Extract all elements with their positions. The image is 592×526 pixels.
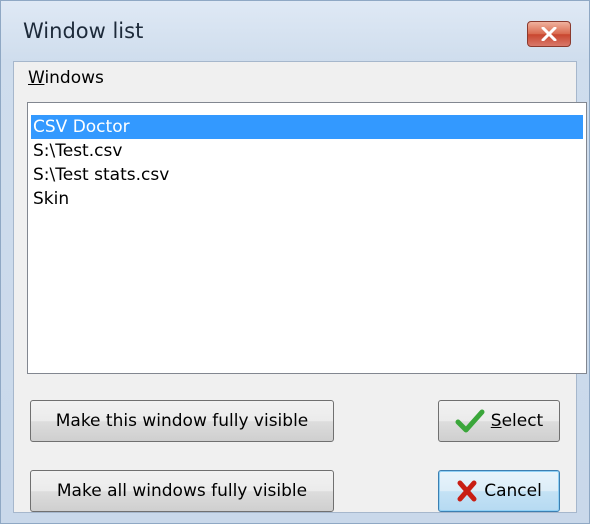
make-window-visible-label: Make this window fully visible <box>55 411 309 431</box>
dialog-title: Window list <box>23 19 144 43</box>
list-item[interactable]: CSV Doctor <box>31 115 583 139</box>
window-list-dialog: Window list Windows CSV Doctor S:\Test.c… <box>0 0 590 524</box>
cancel-label: Cancel <box>484 481 542 501</box>
make-all-visible-label: Make all windows fully visible <box>56 481 308 501</box>
list-item[interactable]: S:\Test stats.csv <box>31 163 583 187</box>
cancel-button[interactable]: Cancel <box>438 470 560 512</box>
checkmark-icon <box>455 409 485 433</box>
x-icon <box>456 480 478 502</box>
select-button[interactable]: Select <box>438 400 560 442</box>
windows-listbox[interactable]: CSV Doctor S:\Test.csv S:\Test stats.csv… <box>27 102 587 374</box>
dialog-body: Windows CSV Doctor S:\Test.csv S:\Test s… <box>13 61 587 513</box>
list-item[interactable]: Skin <box>31 187 583 211</box>
close-icon <box>541 27 557 41</box>
list-item[interactable]: S:\Test.csv <box>31 139 583 163</box>
title-bar[interactable]: Window list <box>1 1 589 61</box>
make-window-visible-button[interactable]: Make this window fully visible <box>30 400 334 442</box>
make-all-visible-button[interactable]: Make all windows fully visible <box>30 470 334 512</box>
select-label: Select <box>490 411 544 431</box>
windows-label: Windows <box>28 68 104 88</box>
close-button[interactable] <box>527 21 571 47</box>
